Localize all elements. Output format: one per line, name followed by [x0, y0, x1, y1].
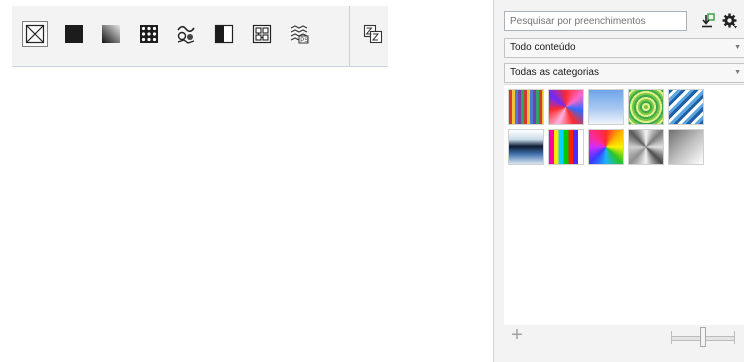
- fill-swatch-silver-conic[interactable]: [628, 129, 664, 165]
- texture-fill-button[interactable]: [249, 21, 275, 47]
- uniform-fill-icon: [65, 25, 83, 43]
- category-filter-value: Todas as categorias: [510, 67, 599, 78]
- slider-end-min: [671, 331, 672, 344]
- chevron-down-icon: ▼: [734, 44, 741, 51]
- vector-pattern-fill-icon: [140, 25, 158, 43]
- bitmap-pattern-fill-button[interactable]: [173, 21, 199, 47]
- slider-end-max: [734, 331, 735, 344]
- bitmap-pattern-fill-icon: [177, 25, 195, 44]
- no-fill-button[interactable]: [22, 21, 48, 47]
- postscript-fill-button[interactable]: PS: [286, 21, 312, 47]
- content-filter-value: Todo conteúdo: [510, 42, 576, 53]
- fill-swatch-blue-horizon[interactable]: [508, 129, 544, 165]
- search-input[interactable]: [504, 11, 687, 31]
- fill-swatch-grey-gradient[interactable]: [668, 129, 704, 165]
- fill-swatch-sky-gradient[interactable]: [588, 89, 624, 125]
- fill-swatch-blue-diagonal-stripes[interactable]: [668, 89, 704, 125]
- fountain-fill-button[interactable]: [98, 21, 124, 47]
- fill-swatch-pink-burst[interactable]: [548, 89, 584, 125]
- uniform-fill-button[interactable]: [61, 21, 87, 47]
- svg-text:PS: PS: [300, 38, 308, 44]
- chevron-down-icon: ▼: [734, 69, 741, 76]
- fill-picker-panel: Todo conteúdo ▼ Todas as categorias ▼ +: [493, 0, 744, 362]
- fill-type-toolbar: PS: [12, 6, 388, 67]
- vector-pattern-fill-button[interactable]: [136, 21, 162, 47]
- slider-thumb[interactable]: [700, 327, 706, 347]
- texture-fill-icon: [252, 24, 272, 44]
- fountain-fill-icon: [102, 25, 120, 43]
- color-merge-button[interactable]: [360, 21, 386, 47]
- postscript-fill-icon: PS: [290, 25, 309, 44]
- fill-swatch-green-rings[interactable]: [628, 89, 664, 125]
- two-color-pattern-fill-button[interactable]: [211, 21, 237, 47]
- fill-swatch-rainbow-bars[interactable]: [548, 129, 584, 165]
- thumbnail-size-slider[interactable]: [671, 326, 735, 348]
- content-filter-dropdown[interactable]: Todo conteúdo ▼: [504, 38, 744, 58]
- no-fill-icon: [25, 24, 45, 44]
- color-merge-icon: [363, 24, 383, 44]
- fill-gallery: [504, 84, 744, 325]
- import-icon: [702, 13, 715, 28]
- fill-swatch-rainbow-conic[interactable]: [588, 129, 624, 165]
- two-color-pattern-fill-icon: [214, 24, 234, 44]
- import-fill-button[interactable]: [698, 11, 718, 31]
- toolbar-separator: [349, 6, 350, 66]
- settings-button[interactable]: [720, 11, 740, 31]
- add-fill-button[interactable]: +: [507, 325, 527, 346]
- gear-icon: [722, 13, 737, 29]
- category-filter-dropdown[interactable]: Todas as categorias ▼: [504, 63, 744, 83]
- fill-swatch-multicolor-stripes[interactable]: [508, 89, 544, 125]
